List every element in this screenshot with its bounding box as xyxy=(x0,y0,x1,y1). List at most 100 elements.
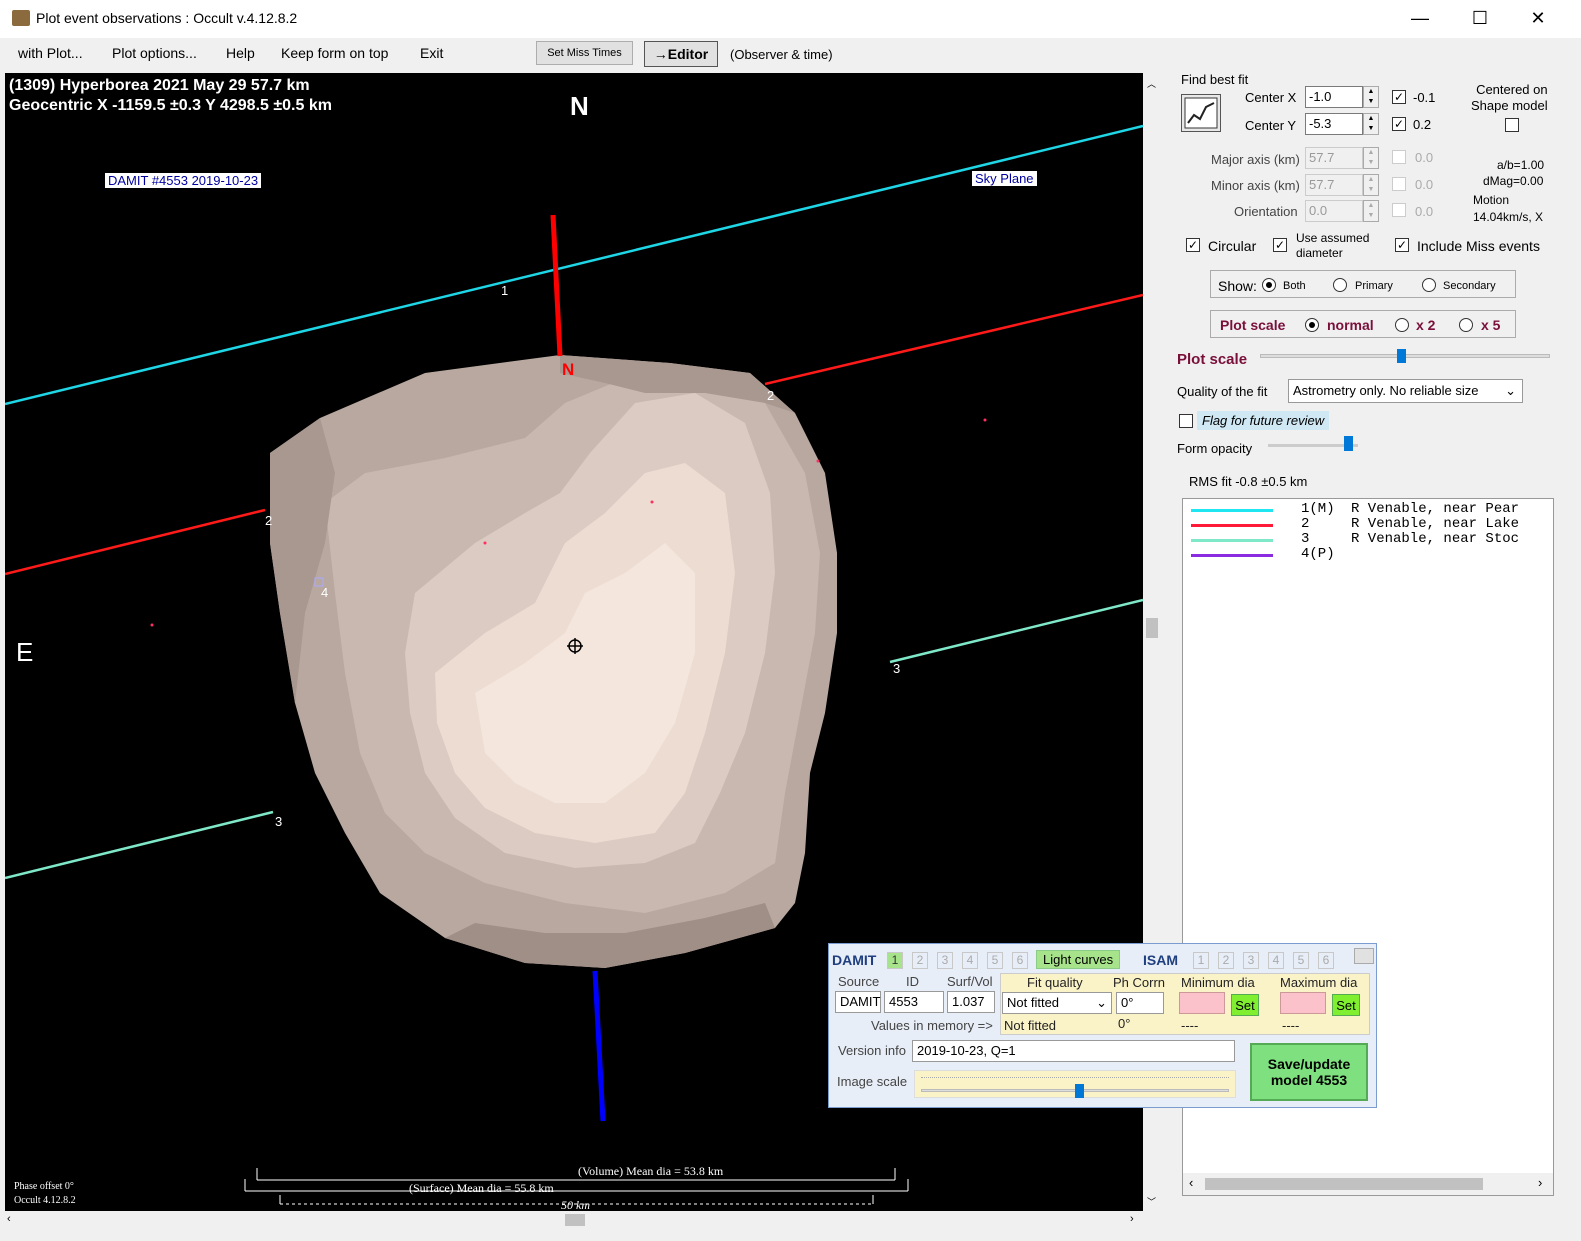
center-y-label: Center Y xyxy=(1245,118,1297,133)
center-y-step-checkbox[interactable]: ✓ xyxy=(1392,117,1406,131)
orientation-input[interactable]: 0.0 xyxy=(1305,200,1363,222)
damit-tab-5[interactable]: 5 xyxy=(987,952,1003,969)
show-both-radio[interactable] xyxy=(1262,278,1276,292)
maximize-button[interactable]: ☐ xyxy=(1465,8,1495,29)
image-scale-thumb[interactable] xyxy=(1075,1084,1084,1098)
vscroll-thumb[interactable] xyxy=(1146,618,1158,638)
center-x-step-checkbox[interactable]: ✓ xyxy=(1392,90,1406,104)
plot-scale-slider-thumb[interactable] xyxy=(1397,349,1406,363)
damit-panel-minimize-button[interactable] xyxy=(1354,948,1374,964)
editor-button[interactable]: →Editor xyxy=(644,41,718,67)
save-update-model-button[interactable]: Save/update model 4553 xyxy=(1250,1043,1368,1101)
center-y-spinner[interactable]: ▲ ▼ xyxy=(1363,113,1379,135)
max-dia-field[interactable] xyxy=(1280,992,1326,1014)
show-primary-radio[interactable] xyxy=(1333,278,1347,292)
min-dia-set-button[interactable]: Set xyxy=(1231,994,1259,1016)
max-dia-set-button[interactable]: Set xyxy=(1332,994,1360,1016)
orientation-label: Orientation xyxy=(1234,204,1298,219)
menu-keep-on-top[interactable]: Keep form on top xyxy=(281,45,388,61)
menu-help[interactable]: Help xyxy=(226,45,255,61)
circular-checkbox[interactable]: ✓ xyxy=(1186,238,1200,252)
scroll-left-icon[interactable]: ‹ xyxy=(7,1213,11,1225)
isam-tab-3[interactable]: 3 xyxy=(1243,952,1259,969)
minor-axis-input[interactable]: 57.7 xyxy=(1305,174,1363,196)
flag-review-checkbox[interactable] xyxy=(1179,414,1193,428)
scale-normal-radio[interactable] xyxy=(1305,318,1319,332)
phase-offset: Phase offset 0° xyxy=(14,1181,74,1192)
observer-time-link[interactable]: (Observer & time) xyxy=(730,47,833,62)
ab-ratio: a/b=1.00 xyxy=(1497,158,1545,172)
form-opacity-slider-thumb[interactable] xyxy=(1344,436,1353,451)
south-pole-axis xyxy=(592,970,606,1122)
damit-tab-3[interactable]: 3 xyxy=(937,952,953,969)
max-dia-label: Maximum dia xyxy=(1280,975,1358,990)
scale-x2-radio[interactable] xyxy=(1395,318,1409,332)
set-miss-times-button[interactable]: Set Miss Times xyxy=(536,41,633,65)
id-field[interactable]: 4553 xyxy=(884,991,944,1013)
major-step-checkbox[interactable] xyxy=(1392,150,1406,164)
find-best-fit-button[interactable] xyxy=(1181,94,1221,132)
damit-tab-2[interactable]: 2 xyxy=(912,952,928,969)
legend-line-4 xyxy=(1191,554,1273,557)
legend-id-1: 1(M) xyxy=(1301,501,1335,517)
include-miss-checkbox[interactable]: ✓ xyxy=(1395,238,1409,252)
chord-3a-line xyxy=(889,598,1143,664)
center-y-input[interactable]: -5.3 xyxy=(1305,113,1363,135)
legend-scroll-right-icon[interactable]: › xyxy=(1538,1175,1542,1190)
center-x-label: Center X xyxy=(1245,90,1297,105)
chord-2b-line xyxy=(5,508,266,576)
scale-x5-radio[interactable] xyxy=(1459,318,1473,332)
show-secondary-radio[interactable] xyxy=(1422,278,1436,292)
isam-tab-4[interactable]: 4 xyxy=(1268,952,1284,969)
minimize-button[interactable]: — xyxy=(1405,8,1435,29)
centered-on-shape-checkbox[interactable] xyxy=(1505,118,1519,132)
isam-tab-1[interactable]: 1 xyxy=(1193,952,1209,969)
legend-hscrollbar[interactable]: ‹ › xyxy=(1183,1173,1553,1195)
source-field[interactable]: DAMIT xyxy=(835,991,881,1013)
close-button[interactable]: ✕ xyxy=(1523,8,1553,29)
menu-with-plot[interactable]: with Plot... xyxy=(18,45,83,61)
legend-scroll-thumb[interactable] xyxy=(1205,1178,1483,1190)
damit-tab-4[interactable]: 4 xyxy=(962,952,978,969)
orientation-step-checkbox[interactable] xyxy=(1392,203,1406,217)
menu-bar: with Plot... Plot options... Help Keep f… xyxy=(0,38,1581,70)
light-curves-button[interactable]: Light curves xyxy=(1036,950,1121,969)
isam-tab-5[interactable]: 5 xyxy=(1293,952,1309,969)
isam-tab-6[interactable]: 6 xyxy=(1318,952,1334,969)
damit-tab-1[interactable]: 1 xyxy=(887,952,903,969)
hscroll-thumb[interactable] xyxy=(565,1214,585,1226)
center-y-step: 0.2 xyxy=(1413,117,1432,132)
fit-chart-icon xyxy=(1184,97,1218,129)
memory-min-dia: ---- xyxy=(1181,1018,1199,1033)
surfvol-field[interactable]: 1.037 xyxy=(947,991,995,1013)
menu-exit[interactable]: Exit xyxy=(420,45,443,61)
major-axis-spinner[interactable]: ▲ ▼ xyxy=(1363,147,1379,169)
minor-step-checkbox[interactable] xyxy=(1392,177,1406,191)
isam-tab-2[interactable]: 2 xyxy=(1218,952,1234,969)
quality-dropdown[interactable]: Astrometry only. No reliable size ⌄ xyxy=(1288,379,1523,403)
minor-axis-spinner[interactable]: ▲ ▼ xyxy=(1363,174,1379,196)
motion-label: Motion xyxy=(1473,193,1510,207)
plot-horizontal-scrollbar[interactable]: ‹ › xyxy=(5,1211,1143,1229)
damit-tab-6[interactable]: 6 xyxy=(1012,952,1028,969)
legend-id-2: 2 xyxy=(1301,516,1310,532)
min-dia-field[interactable] xyxy=(1179,992,1225,1014)
center-x-input[interactable]: -1.0 xyxy=(1305,86,1363,108)
image-scale-slider[interactable] xyxy=(914,1070,1236,1098)
legend-scroll-left-icon[interactable]: ‹ xyxy=(1189,1175,1193,1190)
scroll-up-icon[interactable]: ︿ xyxy=(1147,77,1156,90)
use-assumed-checkbox[interactable]: ✓ xyxy=(1273,238,1287,252)
source-label: Source xyxy=(838,974,880,989)
scroll-right-icon[interactable]: › xyxy=(1130,1213,1134,1225)
orientation-spinner[interactable]: ▲ ▼ xyxy=(1363,200,1379,222)
menu-plot-options[interactable]: Plot options... xyxy=(112,45,197,61)
version-info-field[interactable]: 2019-10-23, Q=1 xyxy=(912,1040,1235,1062)
center-x-spinner[interactable]: ▲ ▼ xyxy=(1363,86,1379,108)
center-x-step: -0.1 xyxy=(1413,90,1436,105)
major-axis-input[interactable]: 57.7 xyxy=(1305,147,1363,169)
scroll-down-icon[interactable]: ﹀ xyxy=(1147,1195,1156,1208)
ph-corr-field[interactable]: 0° xyxy=(1116,992,1164,1014)
occult-version: Occult 4.12.8.2 xyxy=(14,1195,76,1206)
fit-quality-dropdown[interactable]: Not fitted ⌄ xyxy=(1002,992,1112,1014)
scale-x5-label: x 5 xyxy=(1481,317,1501,333)
